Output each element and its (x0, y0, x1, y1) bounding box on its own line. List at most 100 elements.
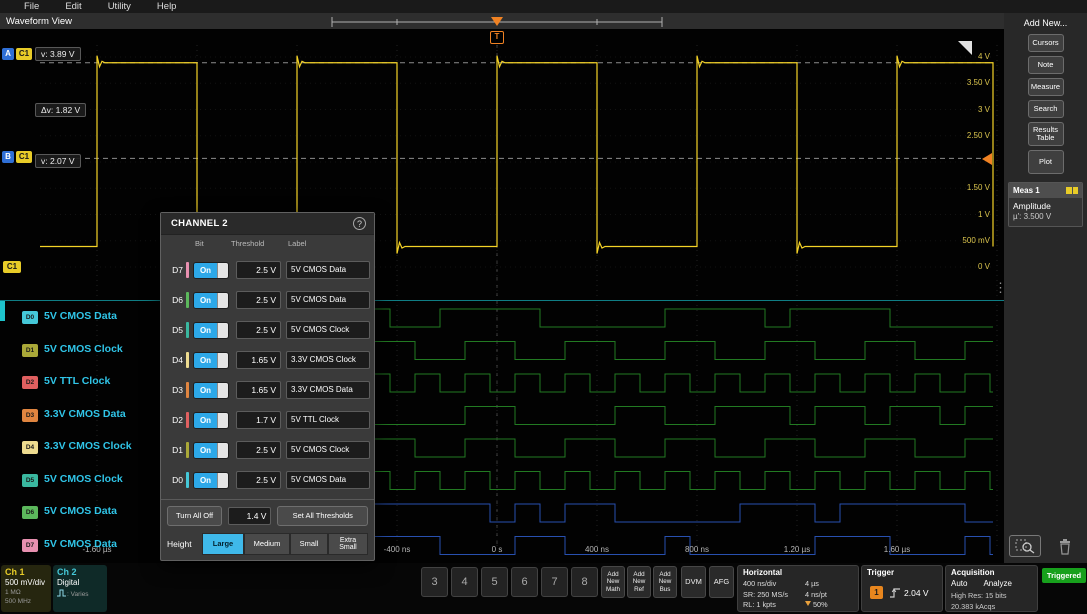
toggle-on-label: On (194, 443, 217, 458)
cursor-a-badge[interactable]: A (2, 48, 14, 60)
zoom-box-button[interactable] (1009, 535, 1041, 557)
measurement-title: Meas 1 (1013, 186, 1040, 195)
d1-badge[interactable]: D1 (22, 344, 38, 357)
acquisition-panel[interactable]: Acquisition AutoAnalyze High Res: 15 bit… (945, 565, 1038, 612)
d3-on-toggle[interactable]: On (193, 382, 229, 399)
digital-channel-d4[interactable]: D43.3V CMOS Clock (0, 432, 170, 464)
cursor-b-channel-badge[interactable]: C1 (16, 151, 32, 163)
d6-threshold-field[interactable]: 2.5 V (236, 291, 281, 309)
channel-button-6[interactable]: 6 (511, 567, 538, 597)
menu-edit[interactable]: Edit (65, 1, 81, 12)
channel-button-row: 345678 (421, 567, 598, 597)
add-btn-line: Add (633, 571, 644, 579)
menu-help[interactable]: Help (157, 1, 177, 12)
d5-threshold-field[interactable]: 2.5 V (236, 321, 281, 339)
height-option-extra-small[interactable]: Extra Small (328, 533, 368, 555)
add-new-math-button[interactable]: AddNewMath (601, 566, 625, 598)
d7-badge[interactable]: D7 (22, 539, 38, 552)
histogram-icon (1066, 187, 1078, 194)
d2-label-field[interactable]: 5V TTL Clock (286, 411, 370, 429)
record-view-ruler[interactable] (0, 13, 1004, 29)
afg-button[interactable]: AFG (709, 566, 734, 598)
digital-channel-d0[interactable]: D05V CMOS Data (0, 302, 170, 334)
d4-label-field[interactable]: 3.3V CMOS Clock (286, 351, 370, 369)
cursor-b-badge[interactable]: B (2, 151, 14, 163)
add-new-note-button[interactable]: Note (1028, 56, 1064, 74)
d6-badge[interactable]: D6 (22, 506, 38, 519)
digital-channel-d3[interactable]: D33.3V CMOS Data (0, 400, 170, 432)
channel-button-7[interactable]: 7 (541, 567, 568, 597)
add-new-search-button[interactable]: Search (1028, 100, 1064, 118)
digital-channel-d7[interactable]: D75V CMOS Data (0, 530, 170, 562)
d5-label-field[interactable]: 5V CMOS Clock (286, 321, 370, 339)
d7-threshold-field[interactable]: 2.5 V (236, 261, 281, 279)
digital-channel-d1[interactable]: D15V CMOS Clock (0, 335, 170, 367)
digital-channel-d5[interactable]: D55V CMOS Clock (0, 465, 170, 497)
channel2-badge[interactable]: Ch 2 Digital : Varies (53, 565, 107, 612)
d2-threshold-field[interactable]: 1.7 V (236, 411, 281, 429)
turn-all-off-button[interactable]: Turn All Off (167, 506, 222, 526)
digital-channel-d6[interactable]: D65V CMOS Data (0, 497, 170, 529)
set-all-thresholds-button[interactable]: Set All Thresholds (277, 506, 368, 526)
d1-threshold-field[interactable]: 2.5 V (236, 441, 281, 459)
menu-file[interactable]: File (24, 1, 39, 12)
d6-on-toggle[interactable]: On (193, 292, 229, 309)
add-new-ref-button[interactable]: AddNewRef (627, 566, 651, 598)
d6-label-field[interactable]: 5V CMOS Data (286, 291, 370, 309)
channel1-ground-marker[interactable]: C1 (3, 261, 21, 273)
d4-on-toggle[interactable]: On (193, 352, 229, 369)
add-new-measure-button[interactable]: Measure (1028, 78, 1064, 96)
d1-on-toggle[interactable]: On (193, 442, 229, 459)
toggle-knob (217, 353, 228, 368)
column-bit: Bit (195, 239, 204, 248)
d0-badge[interactable]: D0 (22, 311, 38, 324)
right-sidebar: Add New... CursorsNoteMeasureSearchResul… (1004, 13, 1087, 563)
help-icon[interactable]: ? (353, 217, 366, 230)
d0-label-field[interactable]: 5V CMOS Data (286, 471, 370, 489)
cursor-a-channel-badge[interactable]: C1 (16, 48, 32, 60)
channel-button-5[interactable]: 5 (481, 567, 508, 597)
channel-button-4[interactable]: 4 (451, 567, 478, 597)
dvm-button[interactable]: DVM (681, 566, 706, 598)
height-option-medium[interactable]: Medium (244, 533, 290, 555)
d4-threshold-field[interactable]: 1.65 V (236, 351, 281, 369)
channel-button-3[interactable]: 3 (421, 567, 448, 597)
d3-label-field[interactable]: 3.3V CMOS Data (286, 381, 370, 399)
trigger-panel[interactable]: Trigger 1 2.04 V (861, 565, 943, 612)
trigger-level: 2.04 V (904, 588, 929, 598)
d0-on-toggle[interactable]: On (193, 472, 229, 489)
channel-button-8[interactable]: 8 (571, 567, 598, 597)
trash-button[interactable] (1055, 535, 1075, 557)
digital-channel-d2[interactable]: D25V TTL Clock (0, 367, 170, 399)
d4-badge[interactable]: D4 (22, 441, 38, 454)
menu-utility[interactable]: Utility (108, 1, 131, 12)
horizontal-panel[interactable]: Horizontal 400 ns/div SR: 250 MS/s RL: 1… (737, 565, 859, 612)
add-new-plot-button[interactable]: Plot (1028, 150, 1064, 174)
dialog-header[interactable]: CHANNEL 2 ? (161, 213, 374, 235)
add-new-bus-button[interactable]: AddNewBus (653, 566, 677, 598)
d7-label-field[interactable]: 5V CMOS Data (286, 261, 370, 279)
add-new-results-table-button[interactable]: Results Table (1028, 122, 1064, 146)
channel2-detail: : Varies (57, 589, 103, 598)
waveform-view-bar: Waveform View (0, 13, 1004, 29)
d1-label-field[interactable]: 5V CMOS Clock (286, 441, 370, 459)
d3-threshold-field[interactable]: 1.65 V (236, 381, 281, 399)
add-btn-line: Ref (634, 586, 644, 594)
d2-badge[interactable]: D2 (22, 376, 38, 389)
d5-on-toggle[interactable]: On (193, 322, 229, 339)
cursor-b-readout: v: 2.07 V (35, 154, 81, 168)
height-option-large[interactable]: Large (202, 533, 244, 555)
d3-badge[interactable]: D3 (22, 409, 38, 422)
add-new-cursors-button[interactable]: Cursors (1028, 34, 1064, 52)
measurement-badge[interactable]: Meas 1 Amplitude µ': 3.500 V (1008, 182, 1083, 227)
d2-on-toggle[interactable]: On (193, 412, 229, 429)
d0-threshold-field[interactable]: 2.5 V (236, 471, 281, 489)
channel1-badge[interactable]: Ch 1 500 mV/div 1 MΩ 500 MHz (1, 565, 51, 612)
d7-on-toggle[interactable]: On (193, 262, 229, 279)
trigger-flag-icon[interactable]: T (490, 31, 504, 44)
trigger-level-arrow-icon[interactable] (982, 153, 992, 165)
all-threshold-field[interactable]: 1.4 V (228, 507, 271, 525)
waveform-plot[interactable]: T A C1 v: 3.89 V Δv: 1.82 V B C1 v: 2.07… (0, 29, 1004, 563)
d5-badge[interactable]: D5 (22, 474, 38, 487)
height-option-small[interactable]: Small (290, 533, 328, 555)
